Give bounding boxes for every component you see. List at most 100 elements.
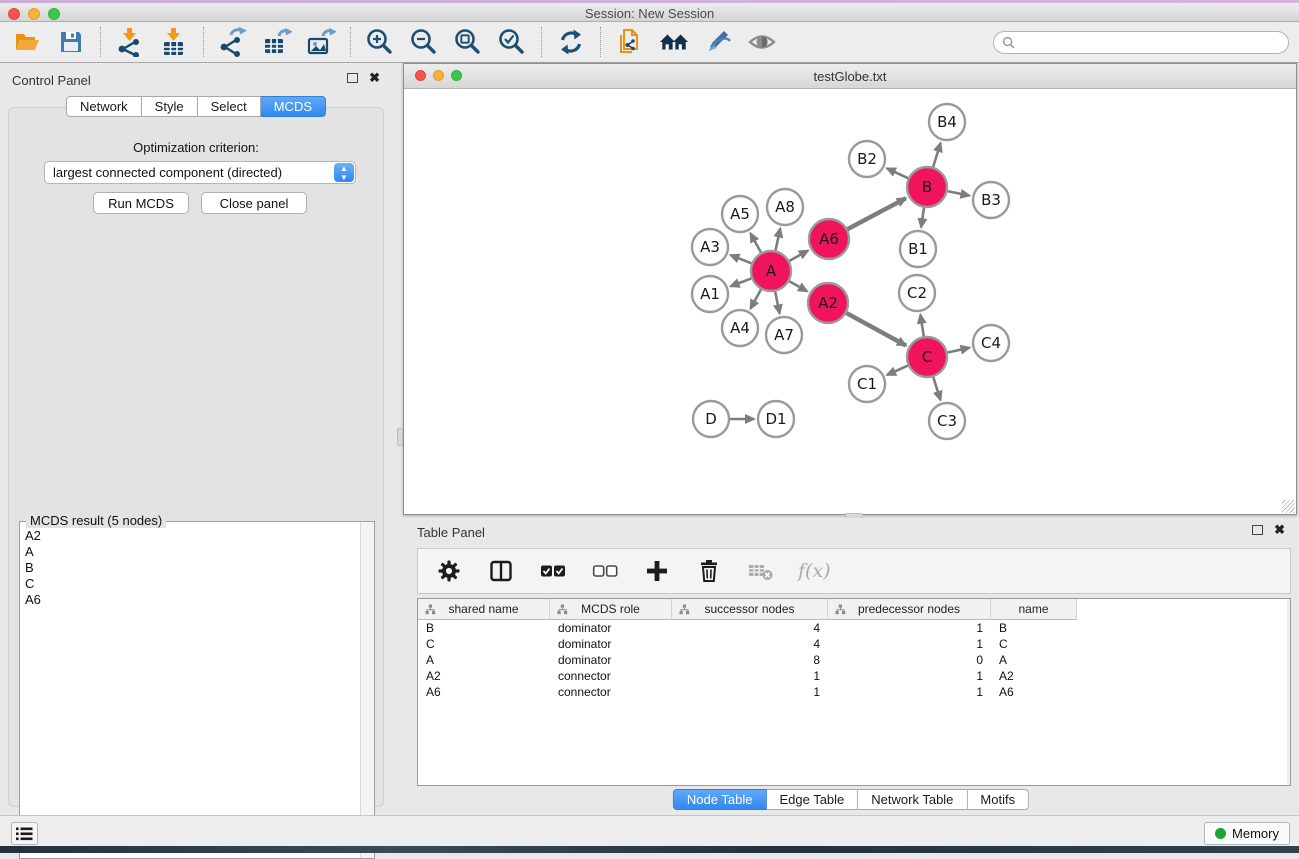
cell-successor-nodes[interactable]: 4 — [672, 636, 828, 652]
close-panel-button[interactable]: Close panel — [201, 192, 307, 214]
add-column-icon[interactable] — [642, 556, 672, 586]
export-network-icon[interactable] — [218, 27, 248, 57]
edge-B-B1[interactable] — [921, 207, 924, 227]
network-canvas[interactable]: B4B2BB3A8A5A6A3B1AA1C2A2A4A7C4CC1C3DD1 — [405, 90, 1295, 514]
table-row[interactable]: A6connector11A6 — [418, 684, 1290, 700]
edge-A6-B[interactable] — [847, 198, 906, 229]
cell-successor-nodes[interactable]: 1 — [672, 668, 828, 684]
node-C3[interactable]: C3 — [929, 403, 965, 439]
tab-motifs[interactable]: Motifs — [967, 789, 1029, 810]
edge-B-B2[interactable] — [887, 168, 909, 178]
optimization-criterion-select[interactable]: largest connected component (directed) ▲… — [44, 161, 356, 184]
edge-C-C2[interactable] — [920, 315, 924, 338]
cell-MCDS-role[interactable]: connector — [550, 684, 672, 700]
edge-C-C3[interactable] — [933, 376, 940, 400]
run-mcds-button[interactable]: Run MCDS — [93, 192, 189, 214]
edge-A-A7[interactable] — [775, 291, 780, 314]
cell-MCDS-role[interactable]: dominator — [550, 620, 672, 636]
cell-predecessor-nodes[interactable]: 1 — [828, 636, 991, 652]
zoom-fit-icon[interactable] — [453, 27, 483, 57]
edge-B-B3[interactable] — [947, 191, 970, 196]
select-all-icon[interactable] — [538, 556, 568, 586]
cell-shared-name[interactable]: B — [418, 620, 550, 636]
table-row[interactable]: A2connector11A2 — [418, 668, 1290, 684]
node-A2[interactable]: A2 — [808, 283, 848, 323]
node-table[interactable]: shared nameMCDS rolesuccessor nodesprede… — [417, 598, 1291, 786]
cell-MCDS-role[interactable]: dominator — [550, 652, 672, 668]
cell-name[interactable]: B — [991, 620, 1077, 636]
node-D1[interactable]: D1 — [758, 401, 794, 437]
open-session-icon[interactable] — [12, 27, 42, 57]
node-A3[interactable]: A3 — [692, 229, 728, 265]
node-B4[interactable]: B4 — [929, 104, 965, 140]
deselect-all-icon[interactable] — [590, 556, 620, 586]
table-settings-gear-icon[interactable] — [434, 556, 464, 586]
toggle-visibility-icon[interactable] — [747, 27, 777, 57]
mcds-result-list[interactable]: A2ABCA6 — [21, 528, 359, 857]
node-A7[interactable]: A7 — [766, 317, 802, 353]
tab-style[interactable]: Style — [142, 96, 198, 117]
edge-C-C1[interactable] — [887, 365, 909, 375]
export-image-icon[interactable] — [306, 27, 336, 57]
node-B1[interactable]: B1 — [900, 231, 936, 267]
home-layout-icon[interactable] — [659, 27, 689, 57]
cell-name[interactable]: A6 — [991, 684, 1077, 700]
column-header-MCDS-role[interactable]: MCDS role — [550, 599, 672, 620]
node-B[interactable]: B — [907, 167, 947, 207]
edge-A-A3[interactable] — [730, 255, 752, 264]
column-header-shared-name[interactable]: shared name — [418, 599, 550, 620]
task-history-button[interactable] — [11, 822, 38, 845]
cell-MCDS-role[interactable]: connector — [550, 668, 672, 684]
cell-predecessor-nodes[interactable]: 1 — [828, 668, 991, 684]
cell-predecessor-nodes[interactable]: 0 — [828, 652, 991, 668]
cell-shared-name[interactable]: A — [418, 652, 550, 668]
float-panel-icon[interactable] — [1252, 525, 1263, 535]
cell-predecessor-nodes[interactable]: 1 — [828, 684, 991, 700]
result-item[interactable]: A — [25, 544, 359, 560]
cell-shared-name[interactable]: C — [418, 636, 550, 652]
cell-successor-nodes[interactable]: 1 — [672, 684, 828, 700]
cell-successor-nodes[interactable]: 8 — [672, 652, 828, 668]
close-panel-icon[interactable]: ✖ — [369, 73, 380, 83]
search-field[interactable] — [993, 31, 1289, 54]
cell-MCDS-role[interactable]: dominator — [550, 636, 672, 652]
cell-name[interactable]: A2 — [991, 668, 1077, 684]
table-scrollbar[interactable] — [1287, 599, 1290, 785]
tab-network[interactable]: Network — [66, 96, 142, 117]
tab-network-table[interactable]: Network Table — [858, 789, 967, 810]
node-C2[interactable]: C2 — [899, 275, 935, 311]
node-B2[interactable]: B2 — [849, 141, 885, 177]
window-resize-grip[interactable] — [1282, 500, 1295, 513]
edge-A-A4[interactable] — [751, 289, 762, 309]
edge-C-C4[interactable] — [947, 348, 970, 353]
zoom-selected-icon[interactable] — [497, 27, 527, 57]
zoom-out-icon[interactable] — [409, 27, 439, 57]
float-panel-icon[interactable] — [347, 73, 358, 83]
cell-name[interactable]: A — [991, 652, 1077, 668]
close-panel-icon[interactable]: ✖ — [1274, 525, 1285, 535]
edge-B-B4[interactable] — [933, 143, 941, 168]
network-window-titlebar[interactable]: testGlobe.txt — [404, 64, 1296, 89]
save-session-icon[interactable] — [56, 27, 86, 57]
edge-A-A8[interactable] — [775, 228, 780, 251]
zoom-in-icon[interactable] — [365, 27, 395, 57]
clone-network-icon[interactable] — [615, 27, 645, 57]
split-view-icon[interactable] — [486, 556, 516, 586]
node-C1[interactable]: C1 — [849, 366, 885, 402]
edge-A2-C[interactable] — [846, 313, 906, 346]
node-B3[interactable]: B3 — [973, 182, 1009, 218]
horizontal-splitter-handle[interactable] — [397, 428, 403, 446]
node-A[interactable]: A — [751, 251, 791, 291]
cell-shared-name[interactable]: A2 — [418, 668, 550, 684]
node-C[interactable]: C — [907, 337, 947, 377]
network-graph[interactable]: B4B2BB3A8A5A6A3B1AA1C2A2A4A7C4CC1C3DD1 — [405, 90, 1295, 514]
node-A8[interactable]: A8 — [767, 189, 803, 225]
result-list-scrollbar[interactable] — [360, 522, 374, 858]
result-item[interactable]: B — [25, 560, 359, 576]
table-row[interactable]: Bdominator41B — [418, 620, 1290, 636]
edge-A-A2[interactable] — [788, 281, 807, 291]
cell-name[interactable]: C — [991, 636, 1077, 652]
cell-predecessor-nodes[interactable]: 1 — [828, 620, 991, 636]
tab-node-table[interactable]: Node Table — [673, 789, 767, 810]
result-item[interactable]: C — [25, 576, 359, 592]
